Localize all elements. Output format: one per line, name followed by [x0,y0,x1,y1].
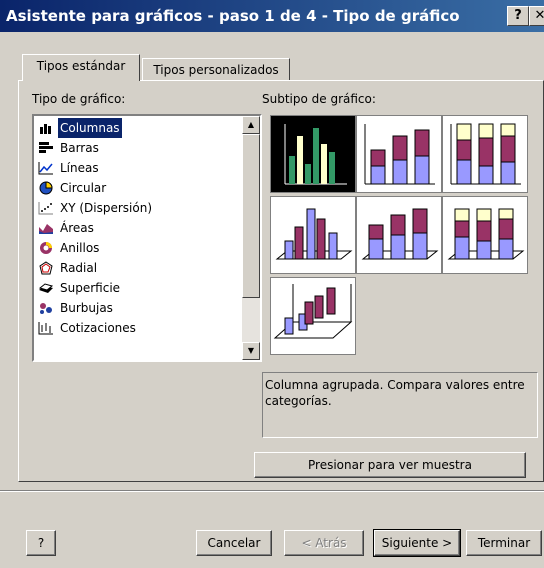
list-item-label: Líneas [60,161,99,175]
chart-wizard-dialog: Asistente para gráficos - paso 1 de 4 - … [0,0,544,568]
list-item-burbujas[interactable]: Burbujas [36,298,238,318]
subtype-100-stacked-column[interactable] [442,115,528,193]
list-item-label: Barras [60,141,99,155]
list-item-label: Radial [60,261,98,275]
list-item-label: Superficie [60,281,121,295]
cancel-button[interactable]: Cancelar [196,530,272,556]
pie-chart-icon [39,181,53,195]
list-item-cotizaciones[interactable]: Cotizaciones [36,318,238,338]
3d-percent-stacked-column-icon [447,208,525,260]
list-item-radial[interactable]: Radial [36,258,238,278]
scatter-chart-icon [38,202,53,215]
list-item-label: Columnas [58,118,122,138]
doughnut-chart-icon [40,242,52,254]
subtype-3d-100-stacked-column[interactable] [442,196,528,274]
stacked-column-icon [364,124,435,185]
bubble-chart-icon [40,303,52,314]
scroll-down-button[interactable]: ▼ [242,342,260,360]
list-item-label: Anillos [60,241,100,255]
radar-chart-icon [39,261,53,275]
subtype-clustered-column[interactable] [270,115,356,193]
list-item-label: Circular [60,181,107,195]
list-item-xy[interactable]: XY (Dispersión) [36,198,238,218]
3d-column-icon [273,284,353,339]
line-chart-icon [38,162,53,175]
scroll-thumb[interactable] [242,134,260,298]
scroll-up-button[interactable]: ▲ [242,116,260,134]
list-item-label: XY (Dispersión) [60,201,153,215]
3d-stacked-column-icon [361,208,439,260]
3d-clustered-column-icon [275,208,353,260]
list-item-label: Áreas [60,221,94,235]
back-button[interactable]: < Atrás [284,530,364,556]
help-button[interactable]: ? [26,530,56,556]
subtype-stacked-column[interactable] [356,115,442,193]
subtype-3d-stacked-column[interactable] [356,196,442,274]
list-item-anillos[interactable]: Anillos [36,238,238,258]
percent-stacked-column-icon [450,123,521,185]
list-item-superficie[interactable]: Superficie [36,278,238,298]
surface-chart-icon [38,283,54,293]
list-item-circular[interactable]: Circular [36,178,238,198]
subtype-description: Columna agrupada. Compara valores entre … [262,372,538,438]
clustered-column-icon [284,124,347,185]
preview-button[interactable]: Presionar para ver muestra [254,452,526,478]
area-chart-icon [39,224,53,234]
list-item-areas[interactable]: Áreas [36,218,238,238]
finish-button[interactable]: Terminar [466,530,542,556]
bar-chart-icon [39,142,53,153]
list-scrollbar[interactable]: ▲ ▼ [242,116,260,360]
list-item-barras[interactable]: Barras [36,138,238,158]
subtype-label: Subtipo de gráfico: [262,92,376,106]
subtype-3d-clustered-column[interactable] [270,196,356,274]
chart-type-list[interactable]: Columnas Barras Líneas Circular XY (Disp… [32,114,262,362]
list-item-label: Cotizaciones [60,321,136,335]
button-separator [0,490,544,492]
column-chart-icon [39,122,53,134]
chart-type-label: Tipo de gráfico: [32,92,126,106]
stock-chart-icon [38,322,53,335]
list-item-lineas[interactable]: Líneas [36,158,238,178]
list-item-label: Burbujas [60,301,113,315]
list-item-columnas[interactable]: Columnas [36,118,238,138]
subtype-3d-column[interactable] [270,277,356,355]
next-button[interactable]: Siguiente > [373,529,461,557]
